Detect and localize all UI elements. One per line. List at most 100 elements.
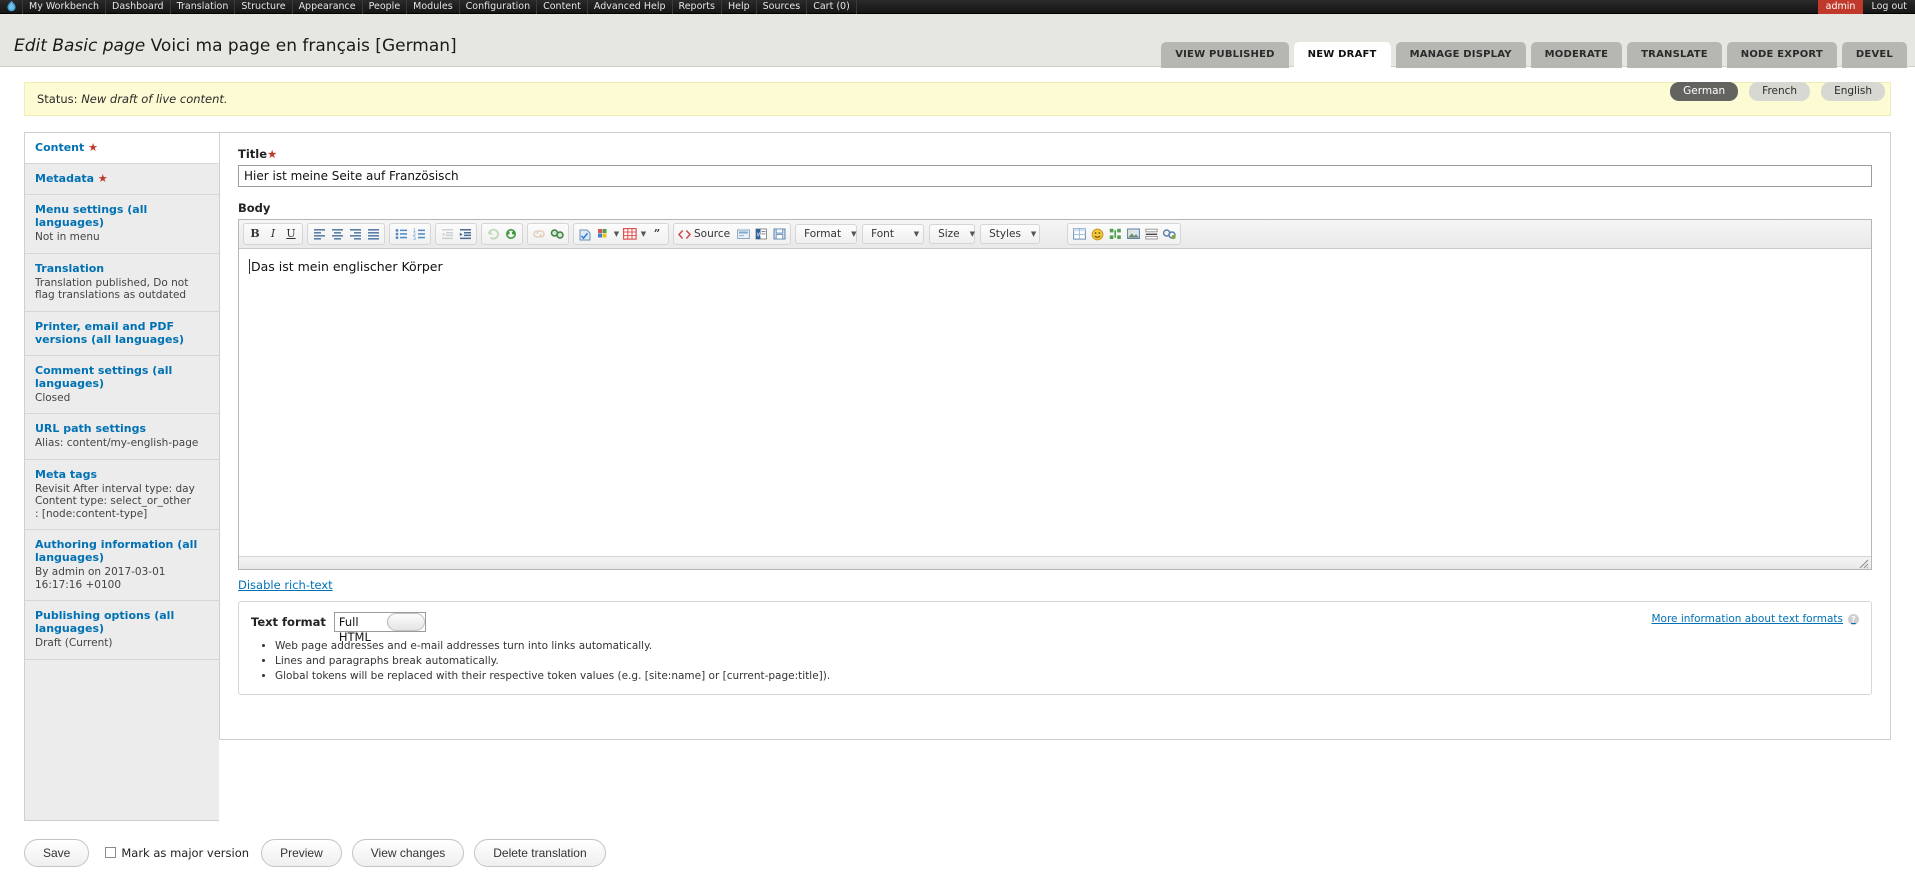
align-left-icon[interactable] [310, 225, 328, 243]
title-input[interactable] [238, 165, 1872, 187]
spellcheck-icon[interactable] [576, 225, 594, 243]
numbered-list-icon[interactable]: 1 2 3 [410, 225, 428, 243]
italic-icon[interactable]: I [264, 225, 282, 243]
vertical-tab-meta-tags[interactable]: Meta tags Revisit After interval type: d… [25, 460, 219, 530]
menu-item-appearance[interactable]: Appearance [293, 0, 363, 14]
size-dropdown[interactable]: Size ▼ [929, 224, 976, 244]
editor-body[interactable]: Das ist mein englischer Körper [239, 249, 1871, 556]
menu-item-structure[interactable]: Structure [235, 0, 293, 14]
image-icon[interactable] [1124, 225, 1142, 243]
tab-manage-display[interactable]: MANAGE DISPLAY [1395, 42, 1526, 68]
menu-item-reports[interactable]: Reports [673, 0, 722, 14]
align-center-icon[interactable] [328, 225, 346, 243]
outdent-icon[interactable] [438, 225, 456, 243]
chevron-down-icon: ▼ [851, 230, 857, 238]
major-version-label: Mark as major version [121, 845, 250, 860]
vertical-tab-authoring-information[interactable]: Authoring information (all languages) By… [25, 530, 219, 601]
vertical-tab-menu-settings[interactable]: Menu settings (all languages) Not in men… [25, 195, 219, 254]
save-icon[interactable] [770, 225, 788, 243]
menu-item-advanced-help[interactable]: Advanced Help [588, 0, 673, 14]
text-format-select[interactable]: Full HTML [333, 612, 426, 644]
tab-view-published[interactable]: VIEW PUBLISHED [1161, 42, 1289, 68]
tab-devel[interactable]: DEVEL [1841, 42, 1907, 68]
redo-icon[interactable] [502, 225, 520, 243]
major-version-checkbox[interactable] [105, 847, 117, 858]
font-dropdown[interactable]: Font ▼ [862, 224, 925, 244]
templates-icon[interactable] [734, 225, 752, 243]
logout-link[interactable]: Log out [1863, 0, 1915, 14]
menu-item-help[interactable]: Help [722, 0, 757, 14]
menu-item-translation[interactable]: Translation [171, 0, 236, 14]
font-dropdown-label: Font [871, 228, 894, 240]
tab-node-export[interactable]: NODE EXPORT [1726, 42, 1837, 68]
vertical-tab-content[interactable]: Content ★ [25, 133, 219, 164]
vertical-tab-label: Content [35, 141, 85, 154]
align-justify-icon[interactable] [364, 225, 382, 243]
menu-item-content[interactable]: Content [537, 0, 588, 14]
size-dropdown-label: Size [938, 228, 960, 240]
menu-item-people[interactable]: People [363, 0, 408, 14]
tab-translate[interactable]: TRANSLATE [1627, 42, 1722, 68]
chevron-down-icon[interactable] [386, 613, 425, 631]
status-text: New draft of live content. [81, 92, 228, 106]
table-icon[interactable] [1070, 225, 1088, 243]
bold-icon[interactable]: B [246, 225, 264, 243]
table-grid-dropdown-arrow[interactable]: ▼ [639, 225, 648, 243]
unlink-icon[interactable] [530, 225, 548, 243]
undo-icon[interactable] [484, 225, 502, 243]
menu-item-modules[interactable]: Modules [407, 0, 460, 14]
vertical-tabs: Content ★ Metadata ★ Menu settings (all … [24, 132, 219, 821]
source-button[interactable]: Source [676, 225, 734, 243]
vertical-tab-comment-settings[interactable]: Comment settings (all languages) Closed [25, 356, 219, 414]
preview-button[interactable]: Preview [261, 838, 342, 867]
tab-moderate[interactable]: MODERATE [1530, 42, 1623, 68]
menu-item-dashboard[interactable]: Dashboard [106, 0, 171, 14]
table-grid-icon[interactable] [621, 225, 639, 243]
anchor-icon[interactable] [1160, 225, 1178, 243]
bulleted-list-icon[interactable] [392, 225, 410, 243]
format-dropdown[interactable]: Format ▼ [795, 224, 858, 244]
menu-item-sources[interactable]: Sources [757, 0, 808, 14]
format-dropdown-label: Format [804, 228, 842, 240]
language-tab-german[interactable]: German [1670, 82, 1739, 101]
current-user-badge[interactable]: admin [1817, 0, 1864, 14]
menu-item-cart[interactable]: Cart (0) [807, 0, 857, 14]
save-button[interactable]: Save [24, 838, 90, 867]
language-tab-english[interactable]: English [1821, 82, 1885, 101]
vertical-tab-url-path-settings[interactable]: URL path settings Alias: content/my-engl… [25, 414, 219, 460]
special-char-icon[interactable] [1106, 225, 1124, 243]
styles-dropdown[interactable]: Styles ▼ [980, 224, 1041, 244]
more-info-text-formats-link[interactable]: More information about text formats ? [1651, 613, 1859, 625]
paste-from-word-icon[interactable]: W [752, 225, 770, 243]
text-color-dropdown-arrow[interactable]: ▼ [612, 225, 621, 243]
smiley-icon[interactable] [1088, 225, 1106, 243]
more-info-label: More information about text formats [1651, 613, 1843, 625]
disable-rich-text-link[interactable]: Disable rich-text [238, 578, 333, 592]
delete-translation-button[interactable]: Delete translation [474, 838, 606, 867]
tab-new-draft[interactable]: NEW DRAFT [1293, 42, 1391, 68]
blockquote-icon[interactable]: ” [648, 225, 666, 243]
editor-statusbar [239, 556, 1871, 569]
editor-toolbar: B I U 1 2 3 ▼ ▼ ” Source W Format ▼ Font… [239, 220, 1871, 249]
vertical-tab-translation[interactable]: Translation Translation published, Do no… [25, 254, 219, 312]
title-label-text: Title [238, 147, 268, 161]
drupal-drop-icon[interactable] [5, 0, 18, 13]
horizontal-rule-icon[interactable] [1142, 225, 1160, 243]
vertical-tab-summary: Translation published, Do not flag trans… [35, 276, 189, 302]
vertical-tab-printer-email-pdf[interactable]: Printer, email and PDF versions (all lan… [25, 312, 219, 356]
vertical-tab-publishing-options[interactable]: Publishing options (all languages) Draft… [25, 601, 219, 660]
indent-icon[interactable] [456, 225, 474, 243]
editor-resize-handle[interactable] [1859, 558, 1869, 569]
text-color-icon[interactable] [594, 225, 612, 243]
admin-toolbar: My Workbench Dashboard Translation Struc… [0, 0, 1915, 14]
language-tab-french[interactable]: French [1749, 82, 1811, 101]
help-icon[interactable]: ? [1848, 613, 1859, 625]
link-icon[interactable] [548, 225, 566, 243]
major-version-field[interactable]: Mark as major version [105, 846, 249, 860]
menu-item-configuration[interactable]: Configuration [460, 0, 538, 14]
view-changes-button[interactable]: View changes [351, 838, 465, 867]
underline-icon[interactable]: U [282, 225, 300, 243]
vertical-tab-metadata[interactable]: Metadata ★ [25, 164, 219, 195]
menu-item-my-workbench[interactable]: My Workbench [22, 0, 107, 14]
align-right-icon[interactable] [346, 225, 364, 243]
